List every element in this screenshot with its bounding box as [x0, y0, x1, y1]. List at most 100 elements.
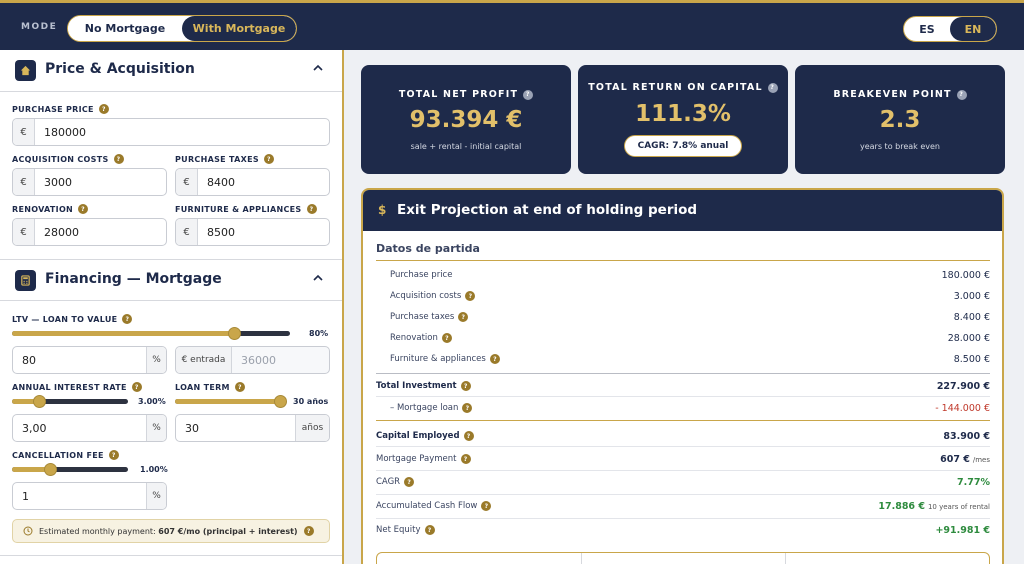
info-icon[interactable]: ? — [108, 450, 119, 460]
row-label: CAGR? — [376, 477, 415, 487]
ltv-label: LTV — LOAN TO VALUE ? — [12, 314, 133, 324]
row-value: 28.000 € — [947, 332, 990, 344]
info-icon[interactable]: ? — [131, 382, 142, 392]
row-label-text: – Mortgage loan — [390, 403, 459, 413]
cancellation-fee-slider-handle[interactable] — [44, 463, 57, 476]
cancellation-fee-input[interactable]: 1 — [13, 483, 146, 509]
row-label: Capital Employed? — [376, 431, 474, 441]
info-icon[interactable]: ? — [404, 477, 415, 487]
cancellation-fee-slider[interactable] — [12, 463, 128, 476]
acquisition-costs-input[interactable]: 3000 — [35, 169, 166, 195]
purchase-price-input[interactable]: 180000 — [35, 119, 329, 145]
table-row: Total Investment? 227.900 € — [376, 379, 990, 393]
chevron-up-icon[interactable] — [313, 62, 323, 75]
purchase-price-field[interactable]: € 180000 — [12, 118, 330, 146]
info-icon[interactable]: ? — [113, 154, 124, 164]
mode-with-mortgage-button[interactable]: With Mortgage — [182, 16, 296, 41]
lang-es-button[interactable]: ES — [904, 17, 950, 41]
scenario-table-top — [376, 552, 990, 564]
furniture-field[interactable]: € 8500 — [175, 218, 330, 246]
info-icon[interactable]: ? — [122, 314, 133, 324]
interest-rate-slider[interactable] — [12, 395, 128, 408]
euro-prefix: € — [176, 219, 198, 245]
renovation-field[interactable]: € 28000 — [12, 218, 167, 246]
renovation-input[interactable]: 28000 — [35, 219, 166, 245]
info-icon[interactable]: ? — [458, 312, 469, 322]
table-row: Accumulated Cash Flow? 17.886 €10 years … — [376, 499, 990, 513]
row-value: 180.000 € — [941, 269, 990, 281]
row-label: Acquisition costs? — [376, 291, 476, 301]
acquisition-costs-label-text: ACQUISITION COSTS — [12, 154, 109, 164]
interest-rate-input[interactable]: 3,00 — [13, 415, 146, 441]
loan-term-slider-handle[interactable] — [274, 395, 287, 408]
roc-value: 111.3% — [635, 101, 731, 127]
euro-prefix: € — [13, 219, 35, 245]
ltv-slider[interactable] — [12, 327, 290, 340]
table-row: Renovation? 28.000 € — [376, 331, 990, 345]
cancellation-fee-input-field[interactable]: 1 % — [12, 482, 167, 510]
info-icon[interactable]: ? — [462, 403, 473, 413]
acquisition-costs-field[interactable]: € 3000 — [12, 168, 167, 196]
purchase-price-label-text: PURCHASE PRICE — [12, 104, 94, 114]
mode-no-mortgage-button[interactable]: No Mortgage — [68, 16, 182, 41]
row-value: +91.981 € — [935, 524, 990, 536]
loan-term-value: 30 años — [293, 397, 329, 406]
info-icon[interactable]: ? — [460, 381, 471, 391]
info-icon[interactable]: ? — [441, 333, 452, 343]
divider — [376, 373, 990, 374]
info-icon[interactable]: ? — [767, 82, 778, 93]
info-icon[interactable]: ? — [489, 354, 500, 364]
info-icon[interactable]: ? — [956, 89, 967, 100]
info-icon[interactable]: ? — [98, 104, 109, 114]
ltv-input[interactable]: 80 — [13, 347, 146, 373]
net-profit-title-text: TOTAL NET PROFIT — [398, 89, 519, 100]
lang-en-button[interactable]: EN — [950, 17, 996, 41]
price-section-header[interactable]: Price & Acquisition — [0, 50, 342, 92]
row-label-text: CAGR — [376, 477, 401, 487]
furniture-input[interactable]: 8500 — [198, 219, 329, 245]
loan-term-slider[interactable] — [175, 395, 287, 408]
divider — [0, 555, 342, 556]
row-label-text: Accumulated Cash Flow — [376, 501, 478, 511]
table-row: Capital Employed? 83.900 € — [376, 429, 990, 443]
info-icon[interactable]: ? — [460, 454, 471, 464]
percent-suffix: % — [146, 415, 166, 441]
dollar-icon: $ — [378, 203, 387, 217]
info-icon[interactable]: ? — [523, 89, 534, 100]
purchase-taxes-field[interactable]: € 8400 — [175, 168, 330, 196]
info-icon[interactable]: ? — [465, 291, 476, 301]
info-icon[interactable]: ? — [463, 431, 474, 441]
loan-term-input[interactable]: 30 — [176, 415, 295, 441]
breakeven-value: 2.3 — [879, 107, 921, 133]
interest-rate-input-field[interactable]: 3,00 % — [12, 414, 167, 442]
interest-rate-slider-handle[interactable] — [33, 395, 46, 408]
ltv-value: 80% — [309, 329, 329, 338]
chevron-up-icon[interactable] — [313, 272, 323, 285]
datos-partida-title: Datos de partida — [376, 242, 480, 255]
row-value-unit: /mes — [972, 455, 990, 464]
info-icon[interactable]: ? — [303, 526, 314, 536]
financing-section-header[interactable]: Financing — Mortgage — [0, 259, 342, 301]
table-row: Purchase price 180.000 € — [376, 268, 990, 282]
info-icon[interactable]: ? — [306, 204, 317, 214]
info-icon[interactable]: ? — [78, 204, 89, 214]
row-label: Furniture & appliances? — [376, 354, 500, 364]
roc-title: TOTAL RETURN ON CAPITAL? — [578, 82, 788, 93]
row-label: Net Equity? — [376, 525, 435, 535]
loan-term-input-field[interactable]: 30 años — [175, 414, 330, 442]
monthly-payment-note: Estimated monthly payment: 607 €/mo (pri… — [12, 519, 330, 543]
financing-section-title: Financing — Mortgage — [45, 271, 222, 287]
row-label-text: Mortgage Payment — [376, 454, 457, 464]
purchase-taxes-input[interactable]: 8400 — [198, 169, 329, 195]
purchase-taxes-label-text: PURCHASE TAXES — [175, 154, 259, 164]
row-label: Purchase taxes? — [376, 312, 469, 322]
gold-divider — [376, 260, 990, 261]
clock-icon — [23, 526, 33, 536]
info-icon[interactable]: ? — [263, 154, 274, 164]
ltv-slider-handle[interactable] — [228, 327, 241, 340]
info-icon[interactable]: ? — [481, 501, 492, 511]
ltv-input-field[interactable]: 80 % — [12, 346, 167, 374]
cancellation-fee-label: CANCELLATION FEE ? — [12, 450, 119, 460]
info-icon[interactable]: ? — [234, 382, 245, 392]
info-icon[interactable]: ? — [424, 525, 435, 535]
